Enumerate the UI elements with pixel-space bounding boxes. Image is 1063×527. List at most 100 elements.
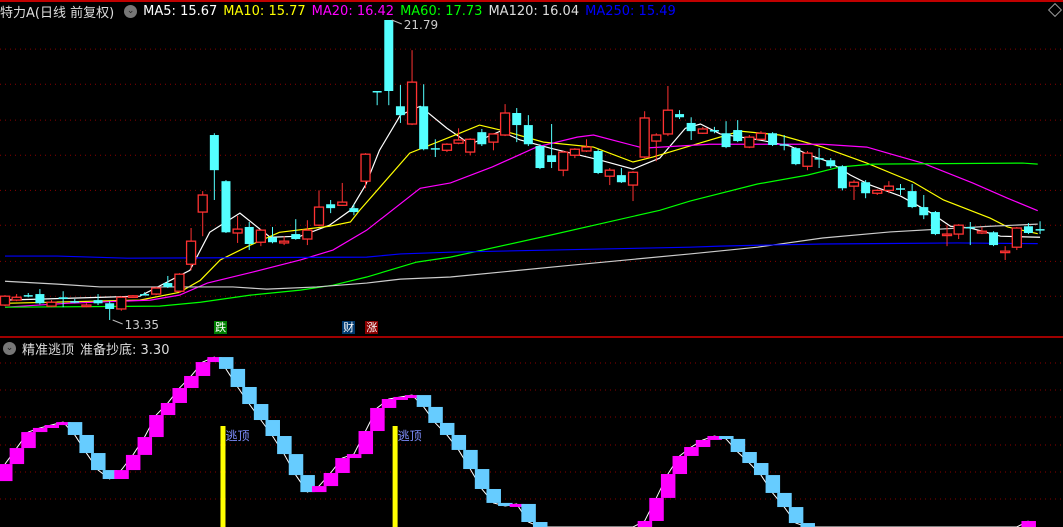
candle-body [907,191,917,208]
candle [499,104,511,137]
candle [477,128,487,147]
candle [244,221,254,251]
candle [604,168,615,186]
candle [185,228,197,271]
candle-body [35,294,45,304]
candle-body [0,295,11,306]
marker-zhang[interactable]: 涨 [365,321,379,334]
candle-body [465,138,476,153]
candle-body [953,224,964,235]
candle [547,124,557,169]
ma10-label: MA10: 15.77 [223,3,306,19]
indicator-step [637,520,653,527]
candle [675,110,685,120]
stock-title: 特力A(日线 前复权) [0,5,115,21]
candle-body [791,148,801,165]
candle [174,273,185,293]
candle [883,181,895,194]
candle-body [802,152,813,167]
indicator-step [79,434,94,454]
candle [953,224,964,240]
candle [768,132,778,147]
candle [221,180,231,233]
candle-body [697,128,708,134]
indicator-step [184,375,199,389]
candle-body [477,132,487,145]
indicator-value: 准备抄底: 3.30 [80,342,170,358]
candle [535,144,545,170]
indicator-step [1021,520,1036,527]
candle-body [733,130,743,142]
indicator-step [230,368,246,387]
indicator-step [21,432,36,449]
candle [313,190,325,227]
candle [1035,221,1045,235]
marker-die[interactable]: 跌 [214,321,228,334]
candle [163,275,173,289]
indicator-step [125,454,141,471]
indicator-step [114,470,129,480]
candle-body [430,148,440,150]
candle [70,299,80,304]
candle-body [535,146,545,169]
candle [1011,226,1022,251]
indicator-step [218,357,234,369]
chevron-down-circle-icon[interactable]: ⌄ [124,4,138,18]
ma250-label: MA250: 15.49 [585,3,676,19]
indicator-step [777,492,792,508]
indicator-step [277,436,292,455]
candle-body [499,112,511,136]
candle [616,168,626,183]
candle [453,128,464,145]
candle [686,117,696,140]
candle-body [883,185,895,192]
indicator-step [684,447,699,456]
candle [861,180,871,199]
indicator-step [660,474,676,498]
marker-cai[interactable]: 财 [342,321,356,334]
candle [593,149,603,175]
candle-body [384,20,394,91]
stock-chart[interactable]: 21.79 13.35 [0,0,1063,527]
indicator-step [67,422,83,435]
indicator-step [800,523,815,527]
indicator-step [753,463,769,476]
indicator-step [428,406,443,423]
candle-body [209,135,219,171]
candle-body [419,106,429,150]
indicator-step [288,454,304,476]
candle-body [627,171,639,186]
candle-body [174,273,185,292]
candle-body [337,201,348,206]
candle [569,148,581,159]
candle [302,220,313,246]
candle-body [151,287,162,295]
candle [93,294,103,306]
candle-body [662,109,674,135]
indicator-header: ⌄ 精准逃顶 准备抄底: 3.30 [0,340,170,358]
candle [255,229,267,247]
candle [58,291,68,308]
chevron-down-circle-icon[interactable]: ⌄ [3,341,16,355]
indicator-step [346,454,362,459]
price-gridlines [0,48,1063,297]
candle [46,300,57,308]
price-annotation: 21.79 [404,18,438,32]
candle-body [163,283,173,287]
candle-body [826,160,836,167]
candle [127,295,139,298]
candle [267,226,277,244]
indicator-step [474,469,490,489]
candle-body [395,106,405,116]
candle-body [185,240,197,265]
indicator-steps [0,356,1036,527]
candle-body [639,117,650,158]
candle-body [23,295,33,297]
candle-body [896,188,906,190]
candle-body [1035,229,1045,231]
indicator-step [451,434,467,450]
candle-body [105,303,115,309]
candle-body [744,136,755,148]
candle [558,150,569,177]
candle [151,286,162,296]
